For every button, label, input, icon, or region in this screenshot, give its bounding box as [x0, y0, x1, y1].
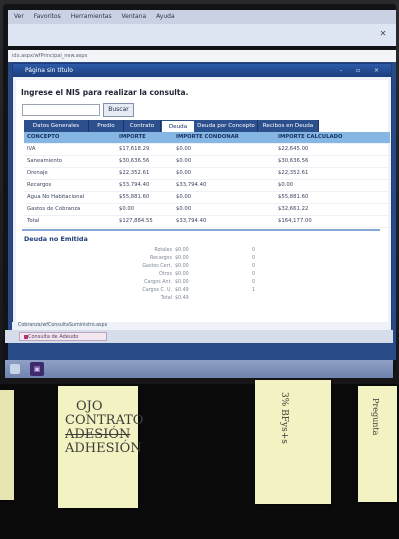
- table-header: CONCEPTO IMPORTE IMPORTE CONDONAR IMPORT…: [24, 132, 390, 144]
- app-icon: [24, 335, 28, 339]
- cell-importe-calculado: $55,881.60: [278, 194, 309, 200]
- window-controls[interactable]: - ▫ ×: [340, 64, 385, 77]
- system-taskbar: [5, 360, 393, 378]
- table-total-row: Total $127,884.55 $33,794.40 $164,177.00: [24, 216, 390, 228]
- cell-concepto: Recargos: [27, 182, 52, 188]
- list-item: Rotales $0.00 0: [154, 248, 255, 253]
- app-launcher-icon[interactable]: ▣: [30, 362, 44, 376]
- note-line: CONTRATO: [65, 413, 144, 428]
- close-icon[interactable]: ✕: [378, 29, 388, 39]
- cell-importe-calculado: $0.00: [278, 182, 294, 188]
- menu-favoritos[interactable]: Favoritos: [34, 13, 61, 20]
- window-content: Ingrese el NIS para realizar la consulta…: [16, 80, 390, 336]
- browser-toolbar: ✕: [8, 24, 396, 46]
- table-row: Drenaje $22,352.61 $0.00 $22,352.61: [24, 168, 390, 180]
- cell-concepto: Saneamiento: [27, 158, 63, 164]
- cell-importe: $22,352.61: [119, 170, 150, 176]
- cell-importe-calculado: $22,352.61: [278, 170, 309, 176]
- tab-predio[interactable]: Predio: [89, 120, 124, 132]
- cell-importe: $55,881.60: [119, 194, 150, 200]
- cell-importe-condonar: $0.00: [176, 146, 192, 152]
- app-window: Página sin título - ▫ × Ingrese el NIS p…: [12, 63, 392, 341]
- table-row: IVA $17,618.29 $0.00 $22,645.00: [24, 144, 390, 156]
- menu-herramientas[interactable]: Herramientas: [71, 13, 112, 20]
- table-row: Gastos de Cobranza $0.00 $0.00 $32,661.2…: [24, 204, 390, 216]
- nis-label: Ingrese el NIS para realizar la consulta…: [21, 88, 189, 97]
- tab-contrato[interactable]: Contrato: [124, 120, 161, 132]
- sticky-note-ojo: OJO CONTRATO ADESIÓN ADHESIÓN: [58, 386, 144, 508]
- cell-concepto: Gastos de Cobranza: [27, 206, 81, 212]
- menu-ver[interactable]: Ver: [14, 13, 24, 20]
- cell-importe-condonar: $0.00: [176, 194, 192, 200]
- debt-table: CONCEPTO IMPORTE IMPORTE CONDONAR IMPORT…: [24, 132, 390, 228]
- cell-importe-calculado: $164,177.00: [278, 218, 312, 224]
- deuda-no-emitida-panel: Deuda no Emitida Rotales $0.00 0 Recargos $…: [22, 229, 380, 317]
- note-text: Pregunta: [371, 398, 380, 436]
- cell-importe-calculado: $22,645.00: [278, 146, 309, 152]
- window-titlebar: Página sin título - ▫ ×: [13, 64, 391, 77]
- note-line: OJO: [76, 399, 103, 414]
- taskbar-item-consulta[interactable]: Consulta de Adeudo: [19, 332, 107, 341]
- cell-importe-condonar: $33,794.40: [176, 218, 207, 224]
- cell-importe-calculado: $30,636.56: [278, 158, 309, 164]
- header-importe: IMPORTE: [119, 134, 146, 140]
- menu-ventana[interactable]: Ventana: [122, 13, 147, 20]
- sticky-note-edge: [0, 390, 14, 500]
- list-item: Cargos C. U. $0.49 1: [142, 288, 255, 293]
- header-importe-calculado: IMPORTE CALCULADO: [278, 134, 343, 140]
- cell-importe: $33,794.40: [119, 182, 150, 188]
- tab-bar: Datos Generales Predio Contrato Deuda De…: [24, 120, 344, 133]
- nis-input[interactable]: [22, 104, 100, 116]
- cell-importe-condonar: $0.00: [176, 206, 192, 212]
- sticky-note-percent: 3% BFys+s: [255, 380, 331, 504]
- address-bar[interactable]: idx.aspx/wfPrincipal_new.aspx: [8, 50, 396, 62]
- cell-importe: $0.00: [119, 206, 135, 212]
- cell-concepto: Total: [27, 218, 40, 224]
- table-row: Agua No Habitacional $55,881.60 $0.00 $5…: [24, 192, 390, 204]
- window-title: Página sin título: [25, 67, 73, 74]
- cell-importe-condonar: $0.00: [176, 158, 192, 164]
- tab-deuda-por-concepto[interactable]: Deuda por Concepto: [195, 120, 258, 132]
- list-item: Recargos $0.00 0: [149, 256, 255, 261]
- menu-ayuda[interactable]: Ayuda: [156, 13, 175, 20]
- cell-importe-condonar: $0.00: [176, 170, 192, 176]
- desktop-icon[interactable]: [10, 364, 20, 374]
- note-line: ADHESIÓN: [65, 441, 142, 456]
- sticky-note-right: Pregunta: [358, 386, 397, 502]
- list-item: Otros $0.00 0: [159, 272, 255, 277]
- taskbar: Consulta de Adeudo: [5, 330, 393, 343]
- note-text: 3% BFys+s: [279, 392, 289, 444]
- cell-importe-calculado: $32,661.22: [278, 206, 309, 212]
- cell-importe: $30,636.56: [119, 158, 150, 164]
- cell-importe: $17,618.29: [119, 146, 150, 152]
- cell-concepto: Agua No Habitacional: [27, 194, 85, 200]
- note-line-struck: ADESIÓN: [65, 427, 131, 442]
- table-row: Recargos $33,794.40 $33,794.40 $0.00: [24, 180, 390, 192]
- search-button[interactable]: Buscar: [103, 103, 134, 117]
- tab-recibos-en-deuda[interactable]: Recibos en Deuda: [258, 120, 319, 132]
- header-importe-condonar: IMPORTE CONDONAR: [176, 134, 239, 140]
- status-bar: Cobranza/wfConsultaSuministro.aspx: [12, 322, 390, 330]
- cell-concepto: IVA: [27, 146, 36, 152]
- header-concepto: CONCEPTO: [27, 134, 60, 140]
- cell-concepto: Drenaje: [27, 170, 48, 176]
- tab-datos-generales[interactable]: Datos Generales: [24, 120, 89, 132]
- list-item: Total $0.49: [160, 296, 189, 301]
- table-row: Saneamiento $30,636.56 $0.00 $30,636.56: [24, 156, 390, 168]
- deuda-no-emitida-title: Deuda no Emitida: [24, 235, 88, 243]
- list-item: Cargos Ant. $0.00 0: [144, 280, 255, 285]
- taskbar-item-label: Consulta de Adeudo: [28, 334, 79, 340]
- cell-importe: $127,884.55: [119, 218, 153, 224]
- list-item: Gastos Cert. $0.00 0: [142, 264, 255, 269]
- browser-menubar: Ver Favoritos Herramientas Ventana Ayuda: [8, 10, 396, 24]
- cell-importe-condonar: $33,794.40: [176, 182, 207, 188]
